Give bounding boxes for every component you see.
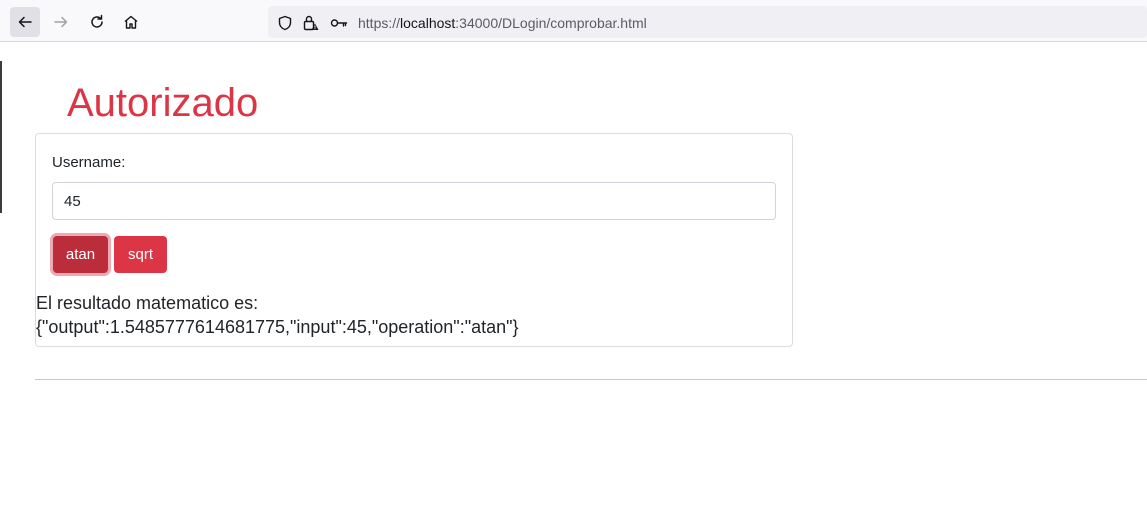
back-arrow-icon [18, 16, 32, 28]
sqrt-button[interactable]: sqrt [114, 236, 167, 273]
page-title: Autorizado [67, 81, 259, 125]
key-icon[interactable] [330, 14, 348, 32]
reload-button[interactable] [82, 7, 112, 37]
url-text[interactable]: https://localhost:34000/DLogin/comprobar… [358, 14, 647, 32]
lock-warning-icon[interactable] [302, 14, 320, 32]
login-card: Username: atan sqrt El resultado matemat… [35, 133, 793, 347]
url-prefix: https:// [358, 15, 401, 31]
url-host: localhost [400, 15, 456, 31]
back-button[interactable] [10, 7, 40, 37]
result-value: {"output":1.5485777614681775,"input":45,… [36, 317, 519, 337]
address-bar[interactable]: https://localhost:34000/DLogin/comprobar… [268, 6, 1147, 38]
horizontal-rule [35, 379, 1147, 380]
home-icon [124, 15, 138, 29]
username-label: Username: [52, 154, 126, 171]
url-path: :34000/DLogin/comprobar.html [455, 15, 647, 31]
window-edge-divider [0, 61, 2, 213]
home-button[interactable] [116, 7, 146, 37]
forward-button[interactable] [46, 7, 76, 37]
shield-icon[interactable] [276, 14, 294, 32]
reload-icon [91, 14, 103, 28]
result-label: El resultado matematico es: [36, 293, 259, 313]
browser-toolbar: https://localhost:34000/DLogin/comprobar… [0, 0, 1147, 42]
forward-arrow-icon [54, 16, 68, 28]
username-input[interactable] [52, 182, 776, 220]
atan-button[interactable]: atan [53, 236, 108, 273]
